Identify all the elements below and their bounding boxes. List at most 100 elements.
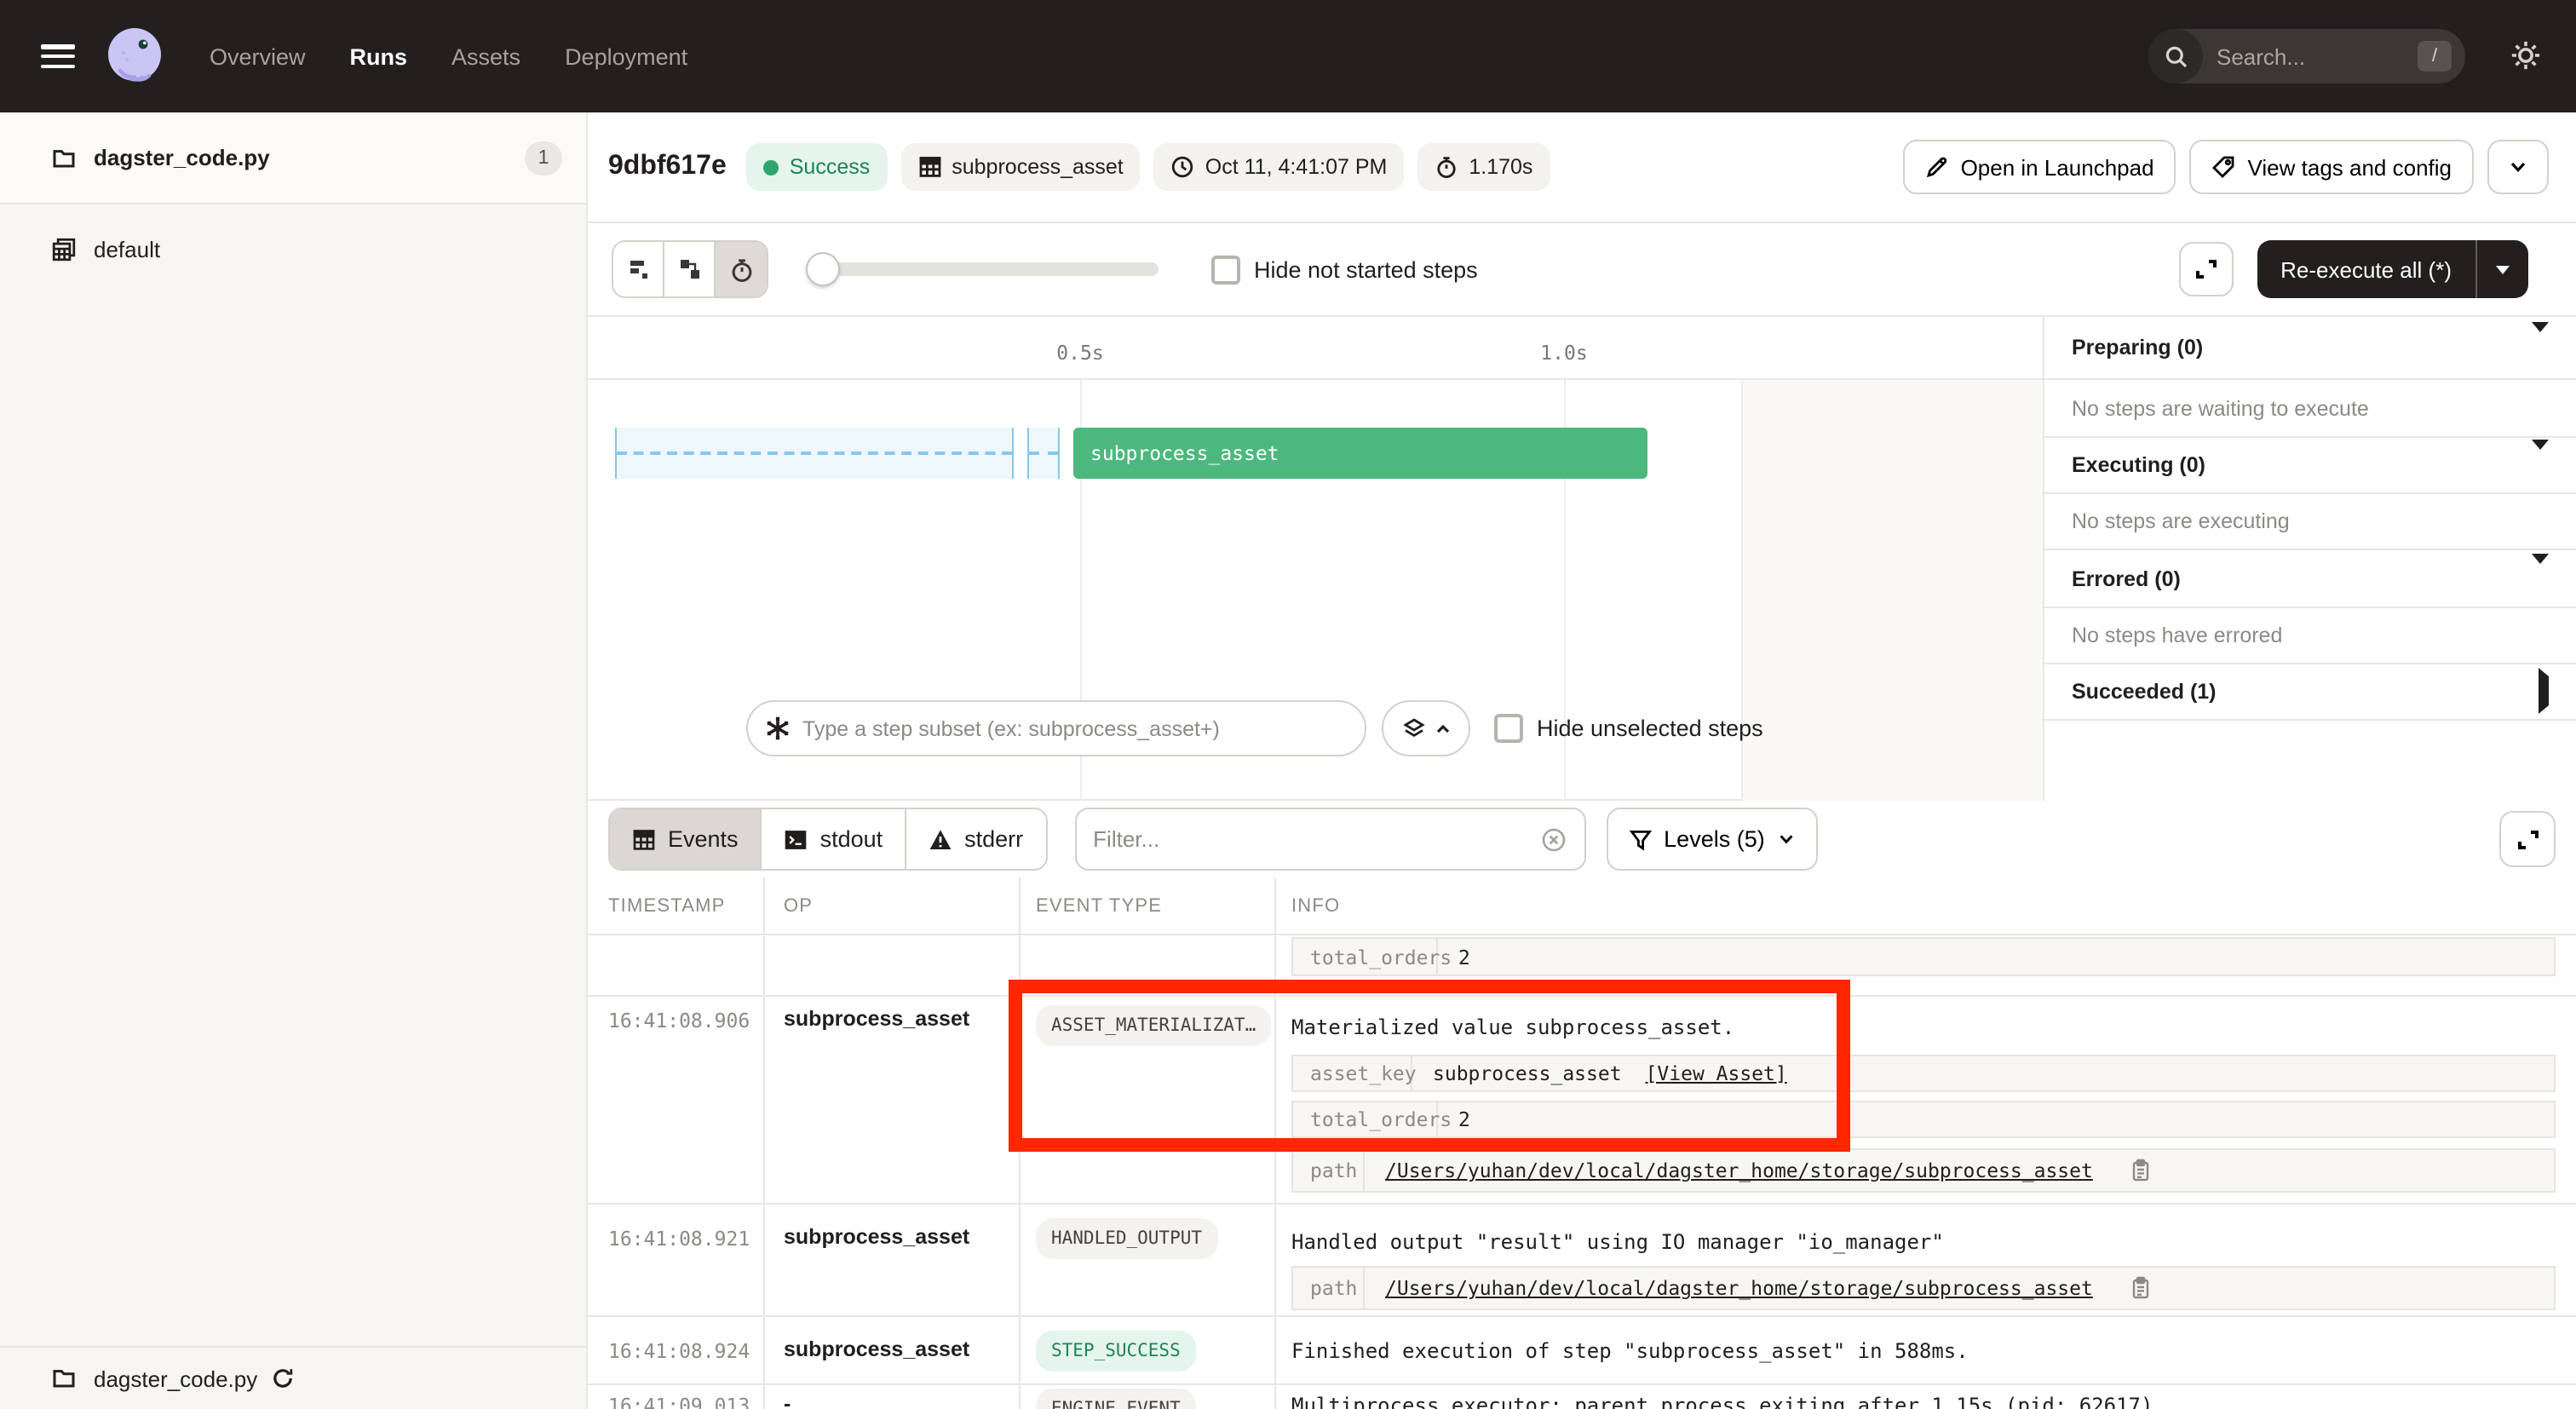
run-header: 9dbf617e Success subprocess_asset Oct 11… <box>588 112 2576 223</box>
dagster-logo-icon[interactable] <box>104 26 165 87</box>
view-asset-link[interactable]: [View Asset] <box>1646 1061 1787 1085</box>
gantt-fullscreen-button[interactable] <box>2178 242 2233 296</box>
nav-runs[interactable]: Runs <box>350 43 408 69</box>
reexecute-options-button[interactable] <box>2477 265 2528 273</box>
panel-section-succeeded[interactable]: Succeeded (1) <box>2044 664 2576 721</box>
path-link[interactable]: /Users/yuhan/dev/local/dagster_home/stor… <box>1385 1159 2093 1182</box>
footer-code-location-label: dagster_code.py <box>94 1366 257 1391</box>
hide-unselected-label: Hide unselected steps <box>1537 716 1763 741</box>
gantt-toolbar: Hide not started steps Re-execute all (*… <box>588 223 2576 317</box>
event-op: subprocess_asset <box>784 1007 969 1031</box>
metadata-value: /Users/yuhan/dev/local/dagster_home/stor… <box>1365 1268 2173 1308</box>
events-fullscreen-button[interactable] <box>2499 811 2556 867</box>
op-selector-icon <box>765 716 791 741</box>
axis-tick-1.0s: 1.0s <box>1540 341 1587 365</box>
copy-icon[interactable] <box>2130 1159 2153 1182</box>
metadata-key: total_orders <box>1293 939 1438 975</box>
copy-icon[interactable] <box>2130 1276 2153 1300</box>
panel-body: No steps are waiting to execute <box>2044 380 2576 438</box>
row-divider <box>588 1383 2576 1385</box>
event-message: Materialized value subprocess_asset. <box>1291 1015 1734 1039</box>
step-waiting-marker <box>615 428 1014 479</box>
event-type-badge: ASSET_MATERIALIZAT… <box>1036 1005 1271 1046</box>
waiting-dashed-line <box>617 451 1012 455</box>
panel-section-errored[interactable]: Errored (0) <box>2044 550 2576 608</box>
metadata-key: path <box>1293 1150 1365 1191</box>
metadata-key: path <box>1293 1268 1365 1308</box>
tab-events[interactable]: Events <box>610 809 762 869</box>
view-tags-config-button[interactable]: View tags and config <box>2190 140 2474 194</box>
gantt-zoom-slider[interactable] <box>809 252 1159 286</box>
reexecute-all-button[interactable]: Re-execute all (*) <box>2257 256 2475 282</box>
code-location-header[interactable]: dagster_code.py 1 <box>0 112 586 204</box>
sidebar-item-label: default <box>94 236 160 262</box>
hide-unselected-checkbox[interactable] <box>1494 714 1523 743</box>
global-search[interactable]: / <box>2148 29 2465 83</box>
event-op: - <box>784 1392 791 1409</box>
metadata-value: 2 <box>1438 939 1491 975</box>
run-job-pill[interactable]: subprocess_asset <box>900 143 1141 191</box>
caret-down-icon <box>2532 322 2549 361</box>
refresh-icon[interactable] <box>271 1366 295 1390</box>
event-type-badge: ENGINE_EVENT <box>1036 1389 1196 1409</box>
sidebar-item-default[interactable]: default <box>0 225 586 273</box>
waiting-dashed-line <box>1029 451 1058 455</box>
run-actions-chevron-button[interactable] <box>2487 140 2549 194</box>
slider-knob[interactable] <box>806 252 840 286</box>
log-filter-field[interactable] <box>1074 808 1585 871</box>
nav-overview[interactable]: Overview <box>210 43 306 69</box>
gear-icon[interactable] <box>2510 39 2542 72</box>
hide-not-started-label: Hide not started steps <box>1254 256 1478 282</box>
event-log-table: TIMESTAMP OP EVENT TYPE INFO total_order… <box>588 877 2576 1409</box>
hide-not-started-checkbox[interactable] <box>1211 255 1240 284</box>
reexecute-split-button: Re-execute all (*) <box>2257 240 2528 298</box>
search-shortcut-key: / <box>2418 41 2452 72</box>
run-id: 9dbf617e <box>608 152 727 182</box>
nav-deployment[interactable]: Deployment <box>565 43 687 69</box>
metadata-key: asset_key <box>1293 1056 1412 1090</box>
gantt-step-bar[interactable]: subprocess_asset <box>1073 428 1647 479</box>
stopwatch-icon <box>1435 155 1458 179</box>
panel-body: No steps have errored <box>2044 608 2576 664</box>
step-subset-input[interactable] <box>802 716 1314 740</box>
view-mode-timed-icon[interactable] <box>716 242 767 296</box>
event-op: subprocess_asset <box>784 1225 969 1249</box>
view-mode-waterfall-icon[interactable] <box>664 242 716 296</box>
path-link[interactable]: /Users/yuhan/dev/local/dagster_home/stor… <box>1385 1276 2093 1300</box>
folder-icon <box>51 1366 77 1390</box>
event-op: subprocess_asset <box>784 1337 969 1361</box>
event-message: Multiprocess executor: parent process ex… <box>1291 1394 2153 1409</box>
search-input[interactable] <box>2217 43 2377 69</box>
dagster-run-page: Overview Runs Assets Deployment / <box>0 0 2576 1409</box>
axis-tick-0.5s: 0.5s <box>1056 341 1103 365</box>
open-in-launchpad-button[interactable]: Open in Launchpad <box>1903 140 2176 194</box>
metadata-row-asset-key: asset_key subprocess_asset [View Asset] <box>1291 1055 2556 1092</box>
tab-stderr[interactable]: stderr <box>906 809 1045 869</box>
code-location-count-badge: 1 <box>525 141 562 175</box>
graph-query-toggle-button[interactable] <box>1382 700 1470 756</box>
tag-icon <box>2212 155 2236 179</box>
step-subset-field[interactable] <box>746 700 1366 756</box>
clear-filter-icon[interactable] <box>1539 825 1567 853</box>
log-filter-input[interactable] <box>1093 826 1539 852</box>
panel-section-preparing[interactable]: Preparing (0) <box>2044 317 2576 380</box>
view-mode-flat-icon[interactable] <box>613 242 664 296</box>
caret-up-icon <box>1434 720 1451 737</box>
status-dot-icon <box>764 159 779 175</box>
events-toolbar: Events stdout stderr <box>588 801 2576 877</box>
run-status-badge: Success <box>747 143 888 191</box>
header-divider <box>588 934 2576 935</box>
panel-section-executing[interactable]: Executing (0) <box>2044 438 2576 494</box>
levels-filter-button[interactable]: Levels (5) <box>1606 808 1818 871</box>
pencil-icon <box>1925 155 1949 179</box>
caret-down-icon <box>2532 553 2549 592</box>
hamburger-menu-icon[interactable] <box>41 44 75 68</box>
step-subset-row: Hide unselected steps <box>588 700 2043 756</box>
caret-right-icon <box>2539 668 2549 714</box>
nav-assets[interactable]: Assets <box>451 43 520 69</box>
expand-icon <box>2516 827 2539 851</box>
event-timestamp: 16:41:09.013 <box>608 1394 750 1409</box>
slider-track[interactable] <box>809 262 1159 276</box>
tab-stdout[interactable]: stdout <box>762 809 907 869</box>
gantt-view-mode-segmented <box>612 240 768 298</box>
